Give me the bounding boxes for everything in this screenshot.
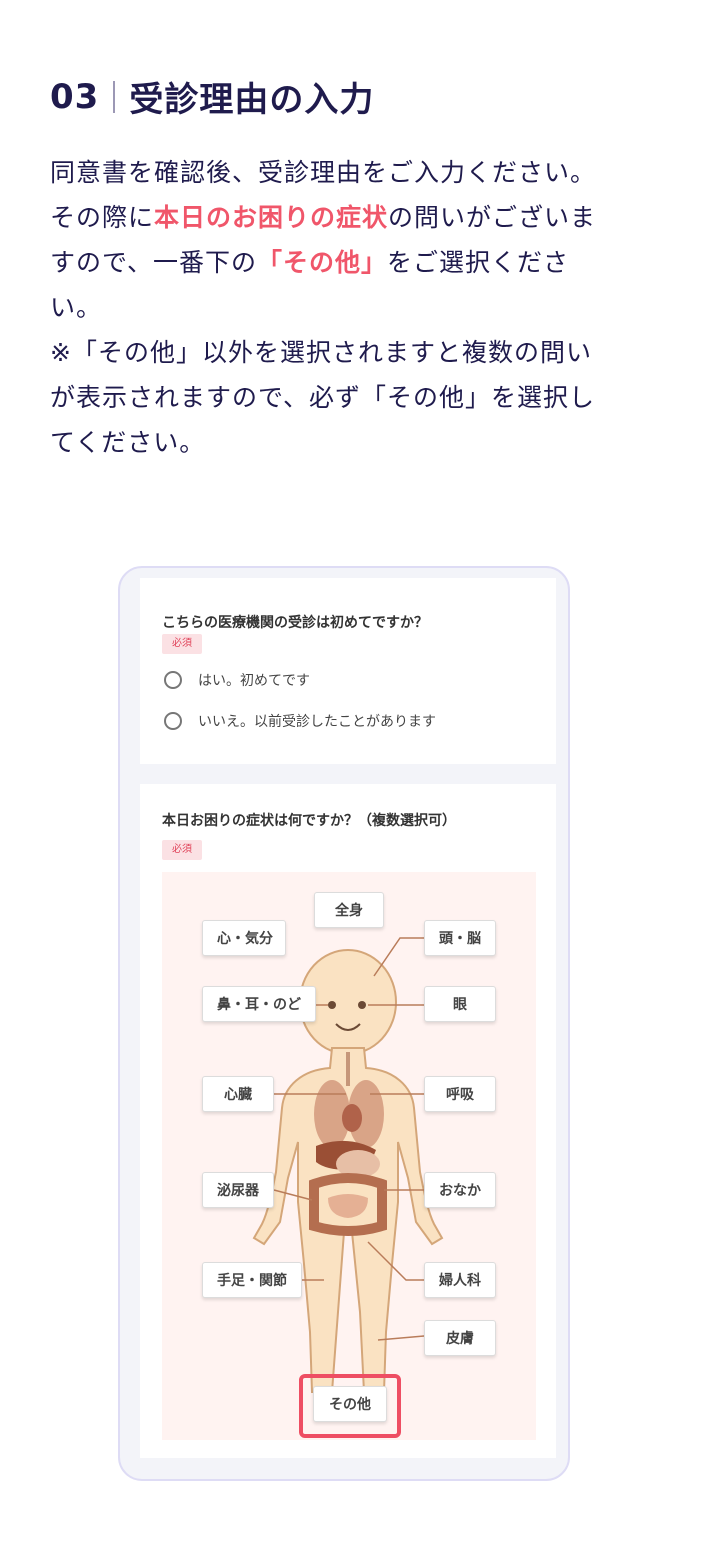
body-diagram: 全身 心・気分 頭・脳 鼻・耳・のど 眼 心臓 呼吸 泌尿器 おなか 手足・関節… [162, 872, 536, 1440]
intro-text: その際に [50, 203, 155, 232]
body-part-whole-body[interactable]: 全身 [314, 892, 384, 928]
body-part-stomach[interactable]: おなか [424, 1172, 496, 1208]
step-number: 03 [50, 76, 100, 117]
body-part-mind[interactable]: 心・気分 [202, 920, 286, 956]
heading-divider [113, 80, 116, 113]
body-part-other[interactable]: その他 [313, 1386, 387, 1422]
radio-label: はい。初めてです [198, 673, 310, 689]
radio-label: いいえ。以前受診したことがあります [198, 714, 436, 730]
step-title: 受診理由の入力 [129, 80, 375, 120]
radio-circle-icon[interactable] [164, 712, 182, 730]
phone-mockup: こちらの医療機関の受診は初めてですか？ 必須 はい。初めてです いいえ。以前受診… [118, 566, 570, 1481]
body-part-heart[interactable]: 心臓 [202, 1076, 274, 1112]
body-part-urinary[interactable]: 泌尿器 [202, 1172, 274, 1208]
body-part-breathing[interactable]: 呼吸 [424, 1076, 496, 1112]
highlight-other: 「その他」 [257, 248, 388, 277]
intro-line-2: その際に本日のお困りの症状の問いがございま [50, 195, 665, 240]
intro-line-4: い。 [50, 293, 103, 322]
intro-line-6: が表示されますので、必ず「その他」を選択し [50, 383, 596, 412]
intro-line-3: すので、一番下の「その他」をご選択くださ [50, 240, 665, 285]
body-part-nose-ear-throat[interactable]: 鼻・耳・のど [202, 986, 316, 1022]
required-badge: 必須 [162, 634, 202, 654]
question-title: 本日お困りの症状は何ですか？（複数選択可） [162, 813, 456, 829]
intro-text: の問いがございま [388, 203, 597, 232]
body-part-skin[interactable]: 皮膚 [424, 1320, 496, 1356]
required-badge: 必須 [162, 840, 202, 860]
body-part-head[interactable]: 頭・脳 [424, 920, 496, 956]
question-title: こちらの医療機関の受診は初めてですか？ [162, 615, 428, 631]
body-part-gynecology[interactable]: 婦人科 [424, 1262, 496, 1298]
step-heading: 03 受診理由の入力 [50, 72, 374, 121]
instruction-text: 同意書を確認後、受診理由をご入力ください。 その際に本日のお困りの症状の問いがご… [50, 150, 665, 465]
intro-line-5: ※「その他」以外を選択されますと複数の問い [50, 338, 592, 367]
intro-line-7: てください。 [50, 428, 206, 457]
highlight-symptoms: 本日のお困りの症状 [154, 203, 389, 232]
radio-option-no[interactable]: いいえ。以前受診したことがあります [164, 711, 436, 731]
radio-option-yes[interactable]: はい。初めてです [164, 670, 310, 690]
intro-text: すので、一番下の [50, 248, 258, 277]
intro-text: をご選択くださ [387, 248, 570, 277]
body-part-limbs-joints[interactable]: 手足・関節 [202, 1262, 302, 1298]
body-part-eye[interactable]: 眼 [424, 986, 496, 1022]
intro-line-1: 同意書を確認後、受診理由をご入力ください。 [50, 158, 597, 187]
question-card-symptoms: 本日お困りの症状は何ですか？（複数選択可） 必須 全身 心・気分 頭・脳 鼻・耳… [140, 784, 556, 1458]
question-card-first-visit: こちらの医療機関の受診は初めてですか？ 必須 はい。初めてです いいえ。以前受診… [140, 578, 556, 764]
radio-circle-icon[interactable] [164, 671, 182, 689]
